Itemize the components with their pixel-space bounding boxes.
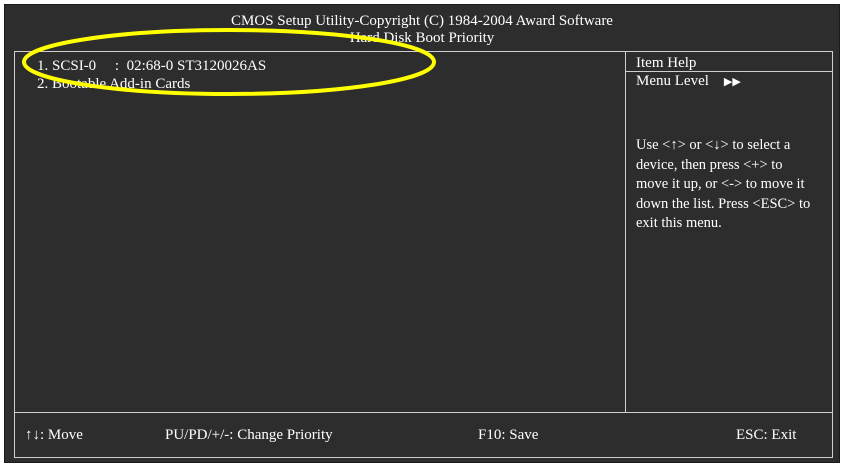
utility-title: CMOS Setup Utility-Copyright (C) 1984-20… — [231, 13, 613, 29]
exit-hint: ESC: Exit — [736, 427, 797, 443]
footer-bar: ↑↓: Move PU/PD/+/-: Change Priority F10:… — [14, 412, 833, 458]
change-priority-hint: PU/PD/+/-: Change Priority — [165, 427, 333, 443]
menu-level: Menu Level ▶▶ — [636, 73, 741, 91]
boot-item-addin-cards[interactable]: 2. Bootable Add-in Cards — [37, 76, 190, 93]
page-title: Hard Disk Boot Priority — [349, 30, 495, 46]
item-help-panel: Item Help Menu Level ▶▶ Use <↑> or <↓> t… — [625, 51, 833, 413]
bios-screen: CMOS Setup Utility-Copyright (C) 1984-20… — [4, 4, 840, 463]
help-divider — [626, 71, 832, 72]
boot-priority-panel: 1. SCSI-0 : 02:68-0 ST3120026AS 2. Boota… — [14, 51, 626, 413]
menu-level-arrows-icon: ▶▶ — [723, 76, 741, 88]
help-text: Use <↑> or <↓> to select a device, then … — [636, 137, 811, 231]
menu-level-label: Menu Level — [636, 73, 709, 89]
save-hint: F10: Save — [478, 427, 539, 443]
item-help-title: Item Help — [636, 55, 697, 71]
boot-item-scsi[interactable]: 1. SCSI-0 : 02:68-0 ST3120026AS — [37, 58, 266, 75]
move-hint: ↑↓: Move — [25, 427, 83, 443]
